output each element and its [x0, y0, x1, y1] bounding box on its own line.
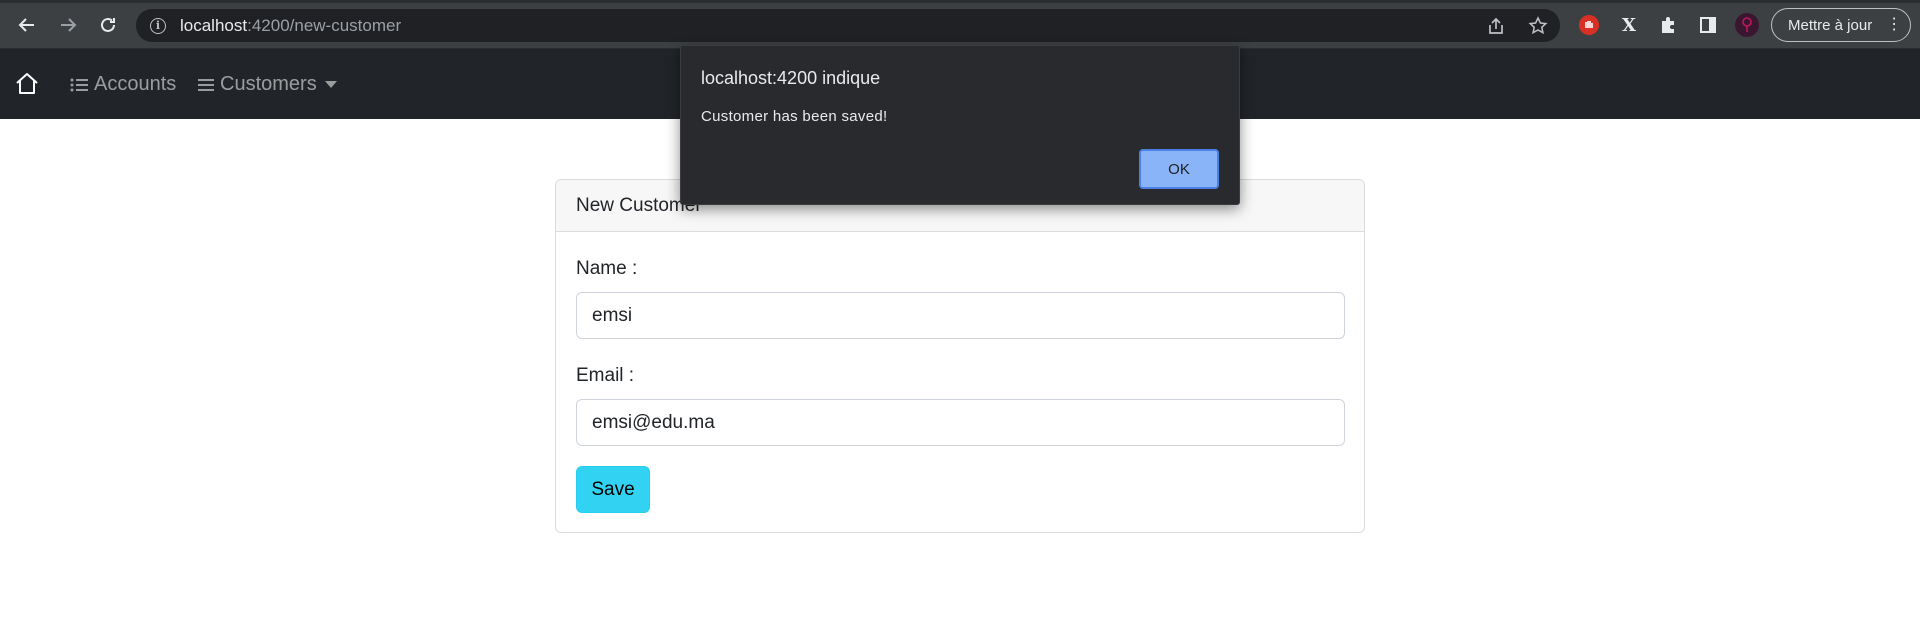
forward-button[interactable]: [53, 10, 83, 40]
forward-icon: [61, 18, 77, 32]
browser-toolbar: i localhost:4200/new-customer X Mettre à…: [0, 0, 1920, 49]
name-input[interactable]: [576, 292, 1345, 339]
tab-strip: [0, 0, 1920, 3]
nav-accounts-label: Accounts: [94, 73, 177, 95]
nav-customers-dropdown[interactable]: Customers: [198, 73, 337, 96]
info-icon[interactable]: i: [150, 17, 166, 34]
omnibox-actions: [1486, 9, 1548, 42]
profile-avatar[interactable]: [1734, 12, 1760, 38]
alert-dialog: localhost:4200 indique Customer has been…: [680, 45, 1240, 205]
email-label: Email :: [576, 365, 635, 386]
update-button[interactable]: Mettre à jour ⋮: [1771, 8, 1911, 42]
url-text: localhost:4200/new-customer: [180, 16, 401, 36]
share-icon[interactable]: [1486, 16, 1506, 36]
save-button[interactable]: Save: [576, 466, 650, 513]
list-icon: [70, 78, 88, 91]
extension-x-icon[interactable]: X: [1616, 12, 1642, 38]
card-body: Name : Email : Save: [556, 232, 1364, 513]
puzzle-icon[interactable]: [1655, 12, 1681, 38]
new-customer-card: New Customer Name : Email : Save: [555, 179, 1365, 533]
reload-button[interactable]: [93, 10, 123, 40]
star-icon[interactable]: [1528, 15, 1548, 36]
extension-stop-icon[interactable]: [1576, 12, 1602, 38]
nav-accounts[interactable]: Accounts: [70, 73, 176, 96]
address-bar[interactable]: i localhost:4200/new-customer: [136, 9, 1560, 42]
caret-down-icon: [324, 80, 337, 88]
hamburger-icon: [198, 78, 214, 91]
reload-icon: [101, 17, 115, 32]
nav-customers-label: Customers: [220, 73, 317, 95]
email-input[interactable]: [576, 399, 1345, 446]
dialog-message: Customer has been saved!: [701, 108, 888, 125]
more-icon: ⋮: [1886, 16, 1903, 33]
name-label: Name :: [576, 258, 638, 279]
back-button[interactable]: [12, 10, 42, 40]
ok-button[interactable]: OK: [1139, 149, 1219, 189]
update-button-label: Mettre à jour: [1788, 16, 1873, 34]
url-host: localhost: [180, 15, 248, 35]
back-icon: [18, 18, 34, 32]
dialog-title: localhost:4200 indique: [701, 68, 881, 88]
sidebar-icon[interactable]: [1695, 12, 1721, 38]
url-path: :4200/new-customer: [247, 15, 402, 35]
home-icon[interactable]: [14, 71, 40, 97]
